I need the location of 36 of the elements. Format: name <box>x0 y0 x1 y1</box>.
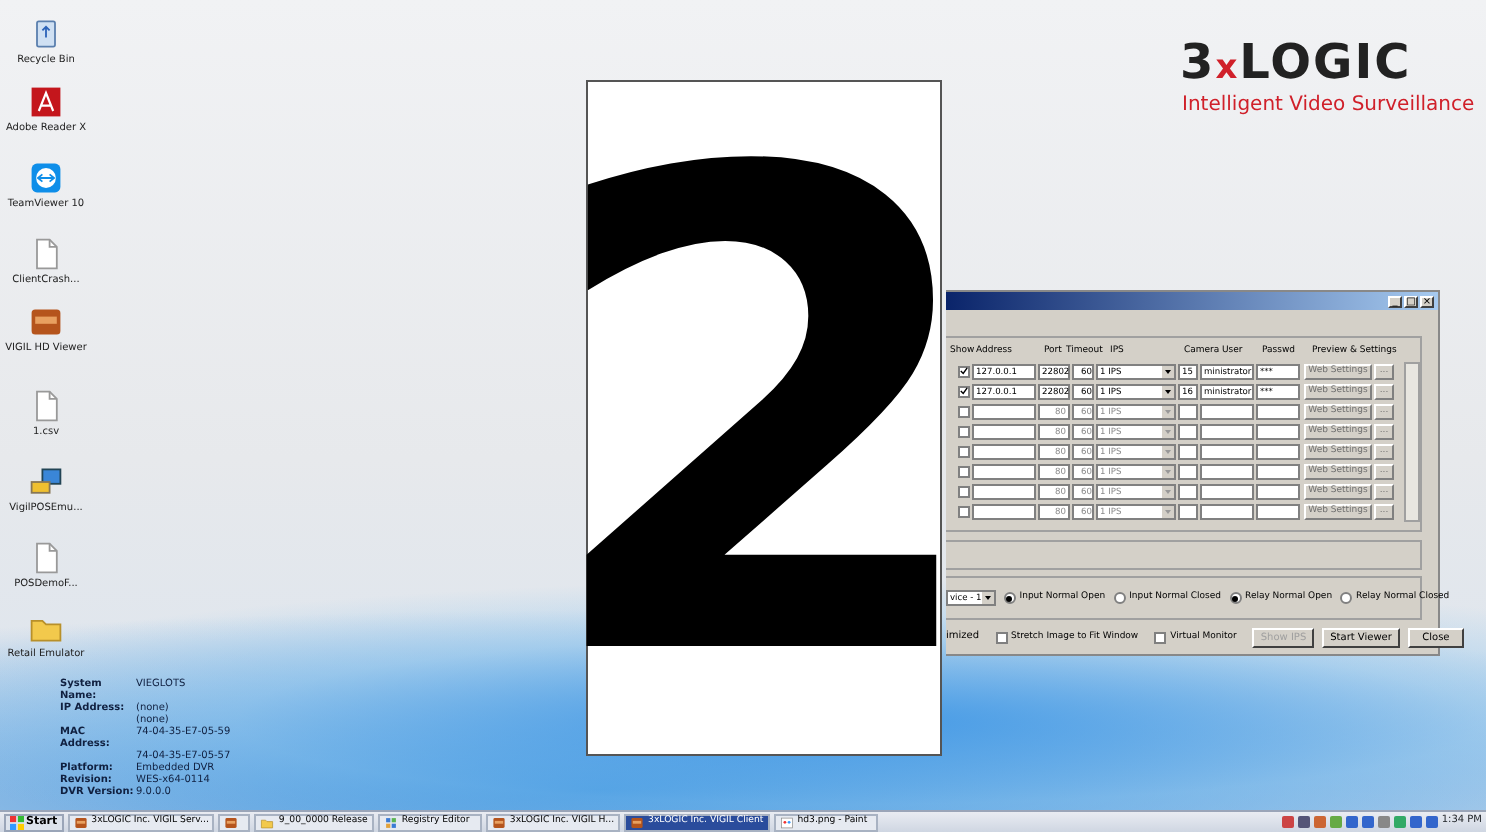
taskbar-button[interactable] <box>218 813 251 831</box>
radio-button[interactable] <box>1113 592 1126 604</box>
user-field[interactable] <box>1200 443 1254 459</box>
user-field[interactable] <box>1200 403 1254 419</box>
password-field[interactable] <box>1256 483 1300 499</box>
app-icon <box>491 815 506 829</box>
pdf-icon[interactable] <box>28 84 64 120</box>
dropdown-arrow-icon[interactable] <box>1162 365 1174 377</box>
password-field[interactable] <box>1256 403 1300 419</box>
arrows-icon[interactable] <box>28 160 64 196</box>
logo-text: 3xLOGIC <box>1180 36 1412 94</box>
checkbox[interactable] <box>1154 632 1167 644</box>
user-field[interactable] <box>1200 463 1254 479</box>
paint-icon <box>779 815 794 829</box>
cubes-icon <box>383 815 398 829</box>
app-icon[interactable] <box>28 304 64 340</box>
radio-button[interactable] <box>1340 592 1353 604</box>
computer-icon[interactable] <box>28 464 64 500</box>
password-field[interactable] <box>1256 443 1300 459</box>
password-field[interactable] <box>1256 503 1300 519</box>
radio-button[interactable] <box>1229 592 1242 604</box>
radio-button[interactable] <box>1003 592 1016 604</box>
dropdown-arrow-icon[interactable] <box>1162 385 1174 397</box>
app-icon <box>73 815 88 829</box>
user-field[interactable] <box>1200 483 1254 499</box>
password-field[interactable] <box>1256 463 1300 479</box>
user-field[interactable] <box>1200 503 1254 519</box>
windows-logo-icon <box>10 815 24 829</box>
logo-tagline: Intelligent Video Surveillance <box>1182 92 1475 120</box>
user-field[interactable] <box>1200 423 1254 439</box>
password-field[interactable] <box>1256 423 1300 439</box>
app-icon <box>630 815 645 829</box>
checkbox[interactable] <box>995 632 1008 644</box>
folder-icon <box>260 815 275 829</box>
app-icon <box>224 815 239 829</box>
scrollbar[interactable] <box>1404 362 1420 522</box>
